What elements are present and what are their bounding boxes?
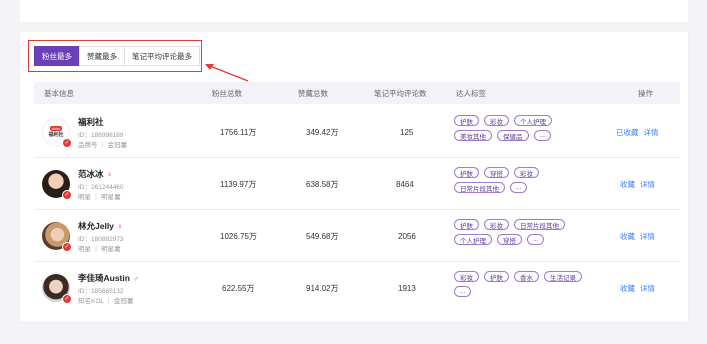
tag: 个人护理 [514,115,552,126]
table-row: ✓ 范冰冰 ♀ ID：261244460 明星 ｜ 明星薯 1139.97万 63… [34,158,680,210]
row-actions: 收藏 详情 [620,158,655,210]
avg-comments: 8464 [396,179,414,189]
more-tags-button[interactable]: ... [533,130,551,141]
tab-most-likes[interactable]: 赞藏最多 [79,46,125,66]
detail-button[interactable]: 详情 [640,283,655,294]
avg-comments: 2056 [398,231,416,241]
more-tags-button[interactable]: ... [527,234,545,245]
tag-list: 护肤 穿搭 彩妆 日常片段其他 ... [454,167,594,193]
annotation-arrow-icon [205,64,249,82]
tag: 生活记录 [544,271,582,282]
col-tags: 达人标签 [456,88,486,98]
tag-list: 护肤 彩妆 个人护理 美妆其他 保健品 ... [454,115,594,141]
fans-count: 622.55万 [222,283,255,293]
avg-comments: 125 [400,127,414,137]
influencer-id: ID：186998189 [78,132,124,139]
col-likes[interactable]: 赞藏总数 [298,82,328,104]
male-icon: ♂ [132,273,139,283]
likes-count: 914.02万 [306,283,339,293]
avg-comments: 1913 [398,283,416,293]
verified-badge-icon: ✓ [62,138,72,148]
tag: 保健品 [497,130,529,141]
detail-button[interactable]: 详情 [640,231,655,242]
tag: 护肤 [454,167,479,178]
tag: 日常片段其他 [514,219,565,230]
tag: 彩妆 [514,167,539,178]
tab-most-avg-comments[interactable]: 笔记平均评论最多 [124,46,200,66]
col-actions: 操作 [638,88,653,98]
detail-button[interactable]: 详情 [644,127,659,138]
avatar[interactable]: ✓ [42,274,72,304]
influencer-ranking-card: 粉丝最多 赞藏最多 笔记平均评论最多 基本信息 粉丝总数 赞藏总数 笔记平均评论… [20,32,688,322]
influencer-id: ID：185685132 [78,288,124,295]
table-row: ✓ 李佳琦Austin ♂ ID：185685132 知名KOL ｜ 金冠薯 62… [34,262,680,314]
influencer-category: 品牌号 ｜ 金冠薯 [78,142,128,149]
brand-logo-text: 福利社 [48,132,64,138]
table-row: ✓ 林允Jelly ♀ ID：180882973 明星 ｜ 明星薯 1026.75… [34,210,680,262]
row-actions: 已收藏 详情 [616,106,659,158]
row-actions: 收藏 详情 [620,262,655,314]
tag: 香水 [514,271,539,282]
collect-button[interactable]: 收藏 [620,179,635,190]
verified-badge-icon: ✓ [62,190,72,200]
more-tags-button[interactable]: ... [510,182,528,193]
table-header: 基本信息 粉丝总数 赞藏总数 笔记平均评论数 达人标签 操作 [34,82,680,104]
collect-button[interactable]: 收藏 [620,231,635,242]
influencer-name[interactable]: 福利社 [78,116,104,128]
tag-list: 彩妆 护肤 香水 生活记录 ... [454,271,594,297]
ranking-tabs: 粉丝最多 赞藏最多 笔记平均评论最多 [34,46,200,66]
table-row: dnlm 福利社 ✓ 福利社 ID：186998189 品牌号 ｜ 金冠薯 17… [34,106,680,158]
tag: 护肤 [484,271,509,282]
verified-badge-icon: ✓ [62,294,72,304]
female-icon: ♀ [106,169,113,179]
more-tags-button[interactable]: ... [454,286,472,297]
col-basic-info: 基本信息 [44,88,74,98]
col-avg-comments[interactable]: 笔记平均评论数 [374,82,427,104]
tag: 美妆其他 [454,130,492,141]
tag: 日常片段其他 [454,182,505,193]
likes-count: 638.58万 [306,179,339,189]
tag: 彩妆 [484,115,509,126]
avatar[interactable]: ✓ [42,170,72,200]
tag: 穿搭 [484,167,509,178]
influencer-name[interactable]: 林允Jelly ♀ [78,220,123,232]
avatar[interactable]: ✓ [42,222,72,252]
influencer-category: 明星 ｜ 明星薯 [78,246,121,253]
tag-list: 护肤 彩妆 日常片段其他 个人护理 穿搭 ... [454,219,594,245]
tag: 护肤 [454,115,479,126]
fans-count: 1756.11万 [220,127,257,137]
tag: 彩妆 [484,219,509,230]
fans-count: 1139.97万 [220,179,257,189]
fans-count: 1026.75万 [220,231,257,241]
collect-button[interactable]: 收藏 [620,283,635,294]
col-fans[interactable]: 粉丝总数 [212,82,242,104]
influencer-category: 明星 ｜ 明星薯 [78,194,121,201]
tag: 护肤 [454,219,479,230]
verified-badge-icon: ✓ [62,242,72,252]
likes-count: 349.42万 [306,127,339,137]
influencer-id: ID：261244460 [78,184,124,191]
influencer-id: ID：180882973 [78,236,124,243]
influencer-name[interactable]: 范冰冰 ♀ [78,168,113,180]
detail-button[interactable]: 详情 [640,179,655,190]
likes-count: 549.68万 [306,231,339,241]
tag: 穿搭 [497,234,522,245]
female-icon: ♀ [116,221,123,231]
tag: 个人护理 [454,234,492,245]
avatar[interactable]: dnlm 福利社 ✓ [42,118,72,148]
collect-button[interactable]: 已收藏 [616,127,639,138]
tab-most-fans[interactable]: 粉丝最多 [34,46,80,66]
influencer-name[interactable]: 李佳琦Austin ♂ [78,272,139,284]
top-strip [20,0,688,22]
influencer-category: 知名KOL ｜ 金冠薯 [78,298,134,305]
tag: 彩妆 [454,271,479,282]
row-actions: 收藏 详情 [620,210,655,262]
